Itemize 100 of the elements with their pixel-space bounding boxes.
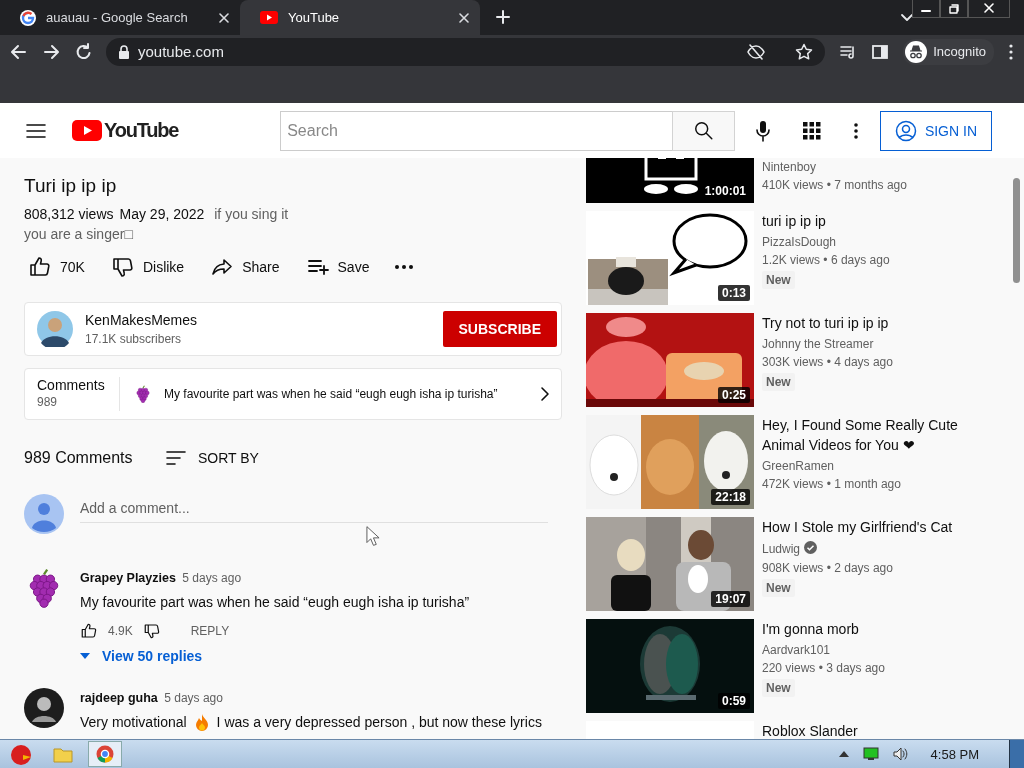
- thumbs-down-icon: [142, 622, 161, 640]
- thumbs-up-icon: [80, 622, 98, 640]
- comments-teaser[interactable]: Comments 989 My favourite part was when he said “eugh eugh isha ip turisha”: [24, 368, 562, 420]
- comment-preview: My favourite part was when he said “eugh eugh isha ip turisha”: [164, 387, 499, 401]
- subscribe-button[interactable]: SUBSCRIBE: [442, 311, 557, 347]
- monitor-icon: [862, 747, 879, 761]
- more-icon: [853, 121, 860, 140]
- video-title: Turi ip ip ip: [24, 174, 118, 198]
- search-icon: [692, 119, 715, 142]
- app-icon: [9, 742, 33, 766]
- sort-button[interactable]: SORT BY: [166, 450, 259, 466]
- apps-grid-icon: [803, 121, 822, 140]
- comment-text: My favourite part was when he said “eugh eugh isha ip turisha”: [80, 593, 470, 612]
- comment-field[interactable]: Add a comment...: [80, 494, 548, 523]
- fire-icon: [194, 713, 209, 731]
- comment-text: I was a very depressed person , but now these lyrics: [216, 713, 542, 732]
- show-desktop-button[interactable]: [1009, 740, 1024, 768]
- channel-name: PizzaIsDough: [762, 235, 837, 249]
- lock-icon: [118, 44, 130, 59]
- menu-icon: [26, 122, 46, 139]
- comment-time: 5 days ago: [164, 691, 223, 705]
- folder-icon: [53, 745, 73, 763]
- comment-count: 989: [37, 395, 59, 409]
- channel-name: Aardvark101: [762, 643, 831, 657]
- user-avatar-icon: [24, 494, 64, 534]
- video-stats: 303K views • 4 days ago: [762, 355, 893, 369]
- video-title[interactable]: How I Stole my Girlfriend's Cat: [762, 517, 953, 537]
- reload-icon: [74, 42, 92, 61]
- caret-down-icon: [80, 653, 90, 659]
- sign-in-button[interactable]: SIGN IN: [879, 110, 992, 151]
- new-badge: New: [762, 373, 795, 391]
- eye-slash-icon: [747, 42, 766, 61]
- search-button[interactable]: [672, 110, 736, 151]
- channel-name: Ludwig: [762, 542, 801, 556]
- back-icon: [10, 42, 28, 61]
- reply-button[interactable]: REPLY: [184, 623, 236, 639]
- video-title[interactable]: I'm gonna morb: [762, 619, 885, 639]
- video-description: if you sing it: [214, 206, 289, 222]
- comments-heading: Comments: [37, 377, 106, 393]
- play-icon: [72, 120, 102, 141]
- video-stats: 472K views • 1 month ago: [762, 477, 902, 491]
- speaker-icon: [892, 747, 909, 761]
- comment-count: 989 Comments: [24, 449, 134, 467]
- clock[interactable]: 4:58 PM: [930, 746, 979, 762]
- browser-icon: [96, 745, 114, 763]
- star-icon: [795, 42, 814, 61]
- dislike-button[interactable]: Dislike: [106, 255, 189, 279]
- video-duration: 22:18: [711, 489, 750, 505]
- channel-name: Johnny the Streamer: [762, 337, 874, 351]
- sort-icon: [166, 450, 186, 466]
- chevron-right-icon: [539, 386, 551, 402]
- new-badge: New: [762, 271, 795, 289]
- video-duration: 0:25: [717, 387, 750, 403]
- tray-arrow-icon: [838, 751, 849, 757]
- taskbar-button[interactable]: [88, 741, 122, 767]
- address-field[interactable]: youtube.com: [106, 37, 826, 66]
- comment-time: 5 days ago: [182, 571, 242, 585]
- verified-check-icon: [804, 541, 818, 554]
- view-count: 808,312 views: [24, 206, 114, 222]
- video-stats: 410K views • 7 months ago: [762, 178, 907, 192]
- video-stats: 1.2K views • 6 days ago: [762, 253, 890, 267]
- save-button[interactable]: Save: [301, 255, 374, 279]
- new-tab-icon: [496, 10, 510, 24]
- scrollbar-thumb[interactable]: [1013, 178, 1020, 283]
- video-stats: 220 views • 3 days ago: [762, 661, 885, 675]
- video-title[interactable]: Try not to turi ip ip ip: [762, 313, 893, 333]
- browser-tab[interactable]: YouTube: [240, 0, 480, 35]
- upload-date: May 29, 2022: [119, 206, 205, 222]
- forward-icon: [42, 42, 60, 61]
- video-title[interactable]: Hey, I Found Some Really Cute Animal Videos for You ❤: [762, 415, 996, 455]
- video-duration: 0:59: [717, 693, 750, 709]
- channel-name[interactable]: KenMakesMemes: [85, 312, 198, 328]
- new-badge: New: [762, 579, 795, 597]
- browser-tab[interactable]: auauau - Google Search: [0, 0, 240, 35]
- channel-name: GreenRamen: [762, 459, 835, 473]
- like-count: 4.9K: [108, 624, 133, 638]
- microphone-icon: [755, 119, 772, 142]
- channel-name: Nintenboy: [762, 160, 817, 174]
- view-replies-button[interactable]: View 50 replies: [80, 648, 203, 664]
- like-button[interactable]: 70K: [24, 255, 89, 279]
- incognito-icon: [905, 40, 928, 63]
- comment-text: Very motivational: [80, 713, 187, 732]
- close-icon: [218, 11, 230, 24]
- search-field[interactable]: Search: [280, 110, 673, 151]
- share-button[interactable]: Share: [206, 255, 284, 279]
- thumbs-down-icon: [110, 255, 135, 279]
- site-logo[interactable]: YouTube: [72, 119, 179, 142]
- grape-icon: [134, 385, 152, 403]
- video-title[interactable]: turi ip ip ip: [762, 211, 890, 231]
- play-icon: [260, 11, 278, 24]
- close-icon: [458, 11, 470, 24]
- more-icon: [395, 265, 414, 269]
- comment-author[interactable]: Grapey Playzies: [80, 571, 176, 585]
- profile-button[interactable]: Incognito: [903, 38, 994, 65]
- comment-author[interactable]: rajdeep guha: [80, 691, 158, 705]
- video-duration: 19:07: [711, 591, 750, 607]
- video-title[interactable]: Roblox Slander: [762, 721, 858, 740]
- side-panel-icon: [871, 42, 890, 61]
- avatar-icon: [24, 688, 64, 728]
- video-description: you are a singer□: [24, 226, 133, 242]
